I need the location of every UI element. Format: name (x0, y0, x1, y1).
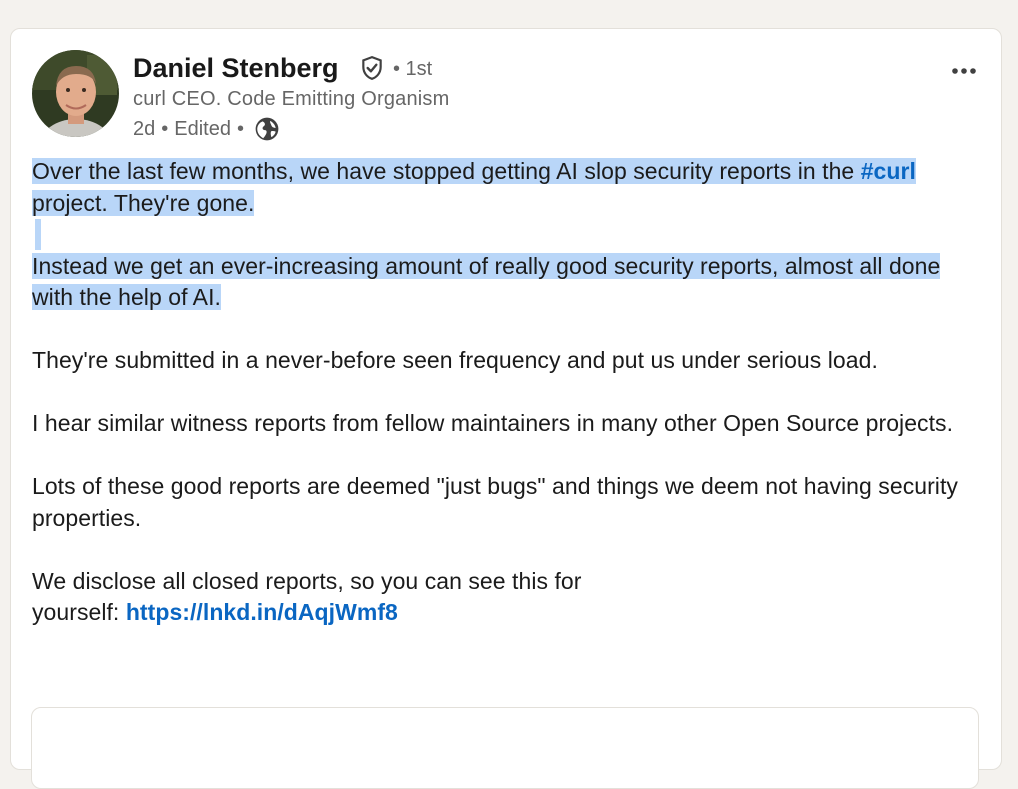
post-card: Daniel Stenberg • 1st curl CEO. Code Emi… (10, 28, 1002, 789)
blank-line (32, 219, 982, 251)
selected-text: Over the last few months, we have stoppe… (32, 158, 916, 216)
globe-icon (255, 117, 279, 141)
post-meta: 2d • Edited • (133, 115, 280, 143)
more-options-icon[interactable] (949, 59, 979, 83)
actor-name[interactable]: Daniel Stenberg (133, 51, 339, 85)
post-paragraph: Instead we get an ever-increasing amount… (32, 251, 982, 314)
hashtag-curl-link[interactable]: #curl (861, 158, 916, 184)
post-body: Over the last few months, we have stoppe… (32, 156, 982, 660)
post-paragraph: We disclose all closed reports, so you c… (32, 567, 582, 626)
selected-text: Instead we get an ever-increasing amount… (32, 252, 941, 310)
link-preview-card[interactable] (31, 707, 979, 789)
meta-separator: • (236, 118, 244, 140)
actor-headline: curl CEO. Code Emitting Organism (133, 88, 450, 110)
post-paragraph: Over the last few months, we have stoppe… (32, 156, 982, 219)
connection-degree: • 1st (393, 58, 433, 80)
avatar-photo (32, 50, 119, 137)
post-paragraph: They're submitted in a never-before seen… (32, 347, 878, 373)
verified-shield-icon (362, 56, 382, 80)
post-paragraph: I hear similar witness reports from fell… (32, 410, 954, 436)
post-paragraph: Lots of these good reports are deemed "j… (32, 473, 958, 531)
edited-label: Edited (174, 118, 231, 140)
selection-marker (35, 219, 41, 250)
meta-separator: • (161, 118, 169, 140)
post-time: 2d (133, 118, 156, 140)
external-link[interactable]: https://lnkd.in/dAqjWmf8 (126, 599, 398, 625)
avatar[interactable] (32, 50, 119, 137)
